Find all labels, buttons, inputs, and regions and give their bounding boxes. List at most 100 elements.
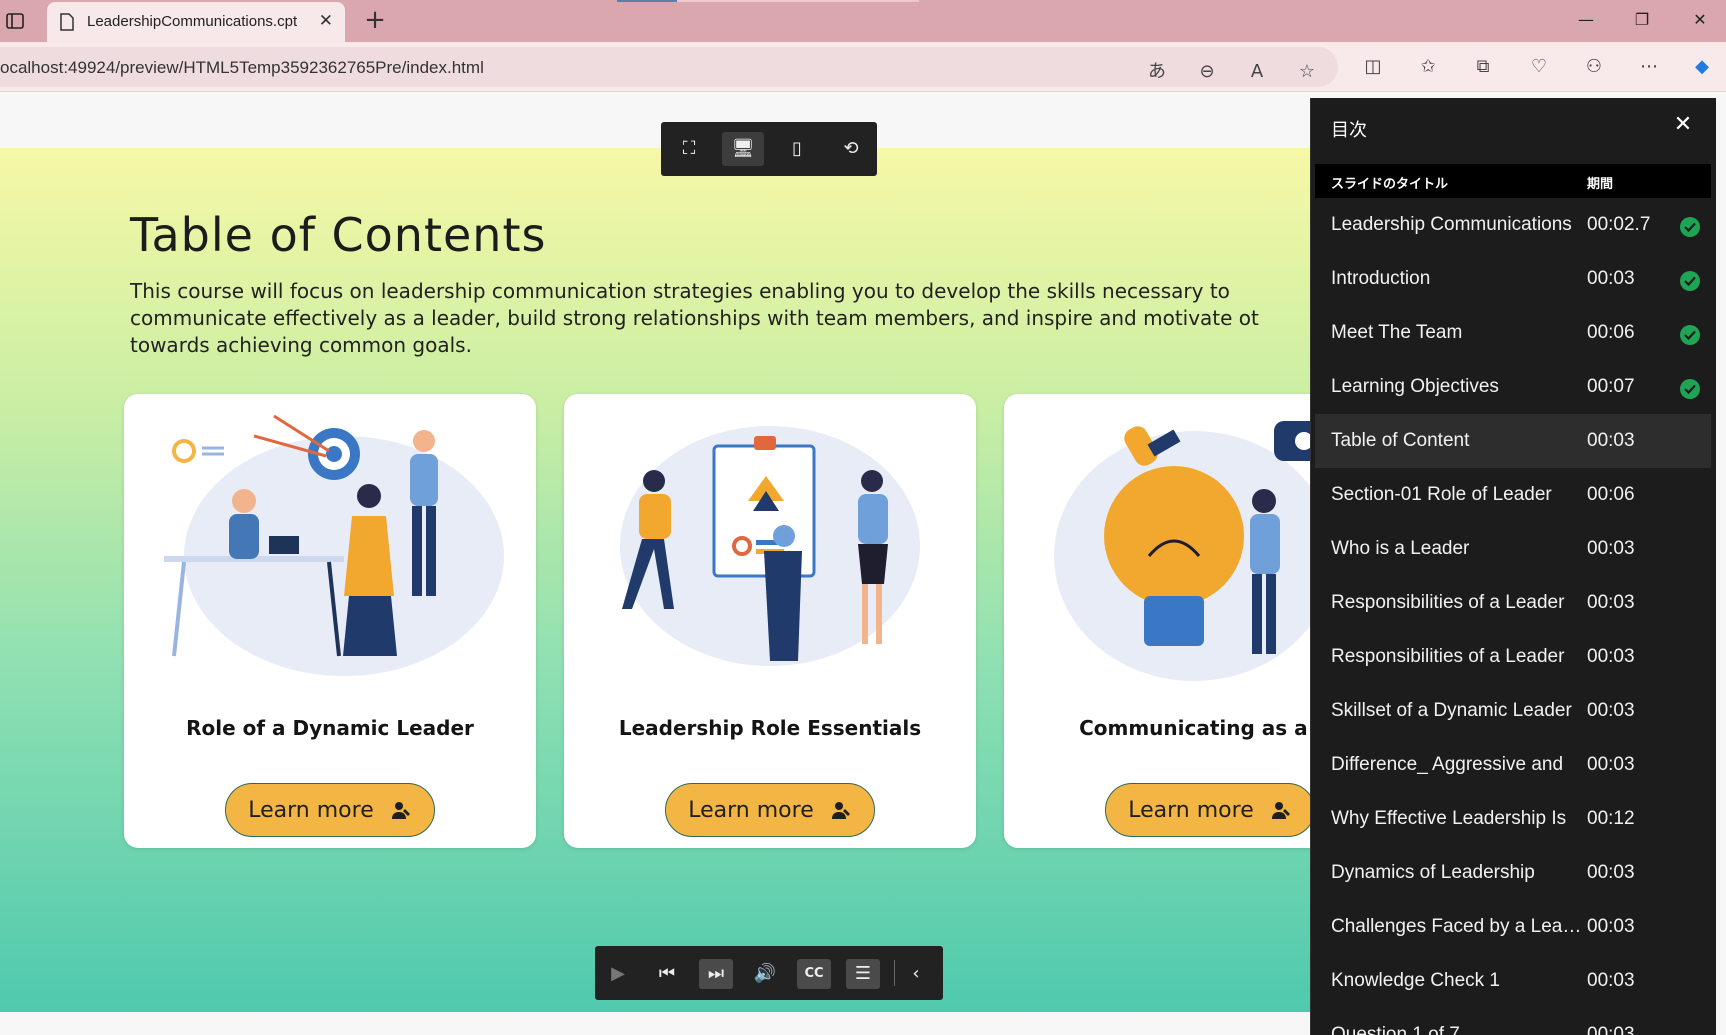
toc-item-title: Meet The Team	[1331, 322, 1463, 343]
browser-essentials-icon[interactable]: ♡	[1527, 56, 1551, 78]
learn-more-button[interactable]: Learn more	[225, 783, 435, 837]
team-meeting-illustration	[164, 414, 504, 676]
toc-item-duration: 00:03	[1587, 268, 1635, 289]
toc-item-title: Section-01 Role of Leader	[1331, 484, 1552, 505]
toc-item-title: Leadership Communications	[1331, 214, 1572, 235]
toc-item-duration: 00:03	[1587, 916, 1635, 937]
visited-check-icon	[1680, 325, 1700, 345]
toc-heading: 目次	[1331, 120, 1367, 141]
collections-icon[interactable]: ⧉	[1471, 56, 1495, 78]
close-tab-icon[interactable]: ✕	[319, 11, 333, 31]
forward-icon[interactable]: ⏭	[699, 959, 733, 989]
preview-device-bar: ⛶ 🖥 ▯ ⟲	[661, 122, 877, 176]
tab-actions-icon[interactable]	[4, 10, 26, 32]
browser-titlebar: LeadershipCommunications.cpt ✕ + — ❐ ✕	[0, 0, 1726, 42]
translate-icon[interactable]: あ	[1145, 61, 1169, 83]
toc-item-title: Why Effective Leadership Is	[1331, 808, 1567, 829]
card-leadership-role-essentials: Leadership Role Essentials Learn more	[564, 394, 976, 848]
visited-check-icon	[1680, 217, 1700, 237]
toc-menu-icon[interactable]: ☰	[846, 959, 880, 989]
rewind-icon[interactable]: ⏮	[650, 959, 684, 989]
learn-more-button[interactable]: Learn more	[1105, 783, 1310, 837]
toc-item-title: Responsibilities of a Leader	[1331, 592, 1565, 613]
favorite-icon[interactable]: ☆	[1295, 61, 1319, 83]
toc-item[interactable]: Difference_ Aggressive and 00:03	[1315, 738, 1711, 792]
learn-more-label: Learn more	[688, 797, 814, 823]
user-touch-icon	[831, 802, 850, 819]
toc-item[interactable]: Who is a Leader 00:03	[1315, 522, 1711, 576]
toc-item-duration: 00:06	[1587, 322, 1635, 343]
tablet-view-icon[interactable]: ▯	[776, 132, 818, 166]
playbar-divider	[894, 960, 895, 986]
learn-more-button[interactable]: Learn more	[665, 783, 875, 837]
browser-tab[interactable]: LeadershipCommunications.cpt ✕	[47, 2, 345, 42]
volume-icon[interactable]: 🔊	[748, 959, 782, 989]
toc-item[interactable]: Why Effective Leadership Is 00:12	[1315, 792, 1711, 846]
card-title: Communicating as a Le	[1079, 716, 1310, 740]
toc-item-title: Difference_ Aggressive and	[1331, 754, 1564, 775]
toc-column-header: スライドのタイトル 期間	[1315, 164, 1711, 198]
toc-item-duration: 00:03	[1587, 970, 1635, 991]
close-window-icon[interactable]: ✕	[1688, 10, 1712, 32]
new-tab-button[interactable]: +	[360, 6, 390, 36]
toc-item-duration: 00:06	[1587, 484, 1635, 505]
rotate-device-icon[interactable]: ⟲	[830, 132, 872, 166]
card-communicating-as-a-leader: Communicating as a Le Learn more	[1004, 394, 1310, 848]
toc-item[interactable]: Learning Objectives 00:07	[1315, 360, 1711, 414]
copilot-icon[interactable]: ◆	[1690, 56, 1714, 78]
loading-indicator	[617, 0, 919, 2]
toc-item-title: Table of Content	[1331, 430, 1470, 451]
toc-item[interactable]: Leadership Communications 00:02.7	[1315, 198, 1711, 252]
toc-item[interactable]: Responsibilities of a Leader 00:03	[1315, 630, 1711, 684]
minimize-icon[interactable]: —	[1574, 10, 1598, 32]
url-text[interactable]: ocalhost:49924/preview/HTML5Temp35923627…	[0, 58, 484, 78]
card-title: Role of a Dynamic Leader	[186, 716, 474, 740]
toc-item-title: Introduction	[1331, 268, 1431, 289]
toc-item-duration: 00:03	[1587, 1024, 1635, 1035]
zoom-out-icon[interactable]: ⊖	[1195, 61, 1219, 83]
fit-to-screen-icon[interactable]: ⛶	[668, 132, 710, 166]
address-bar[interactable]: ocalhost:49924/preview/HTML5Temp35923627…	[0, 47, 1338, 87]
toc-item[interactable]: Meet The Team 00:06	[1315, 306, 1711, 360]
read-aloud-icon[interactable]: A	[1245, 61, 1269, 83]
col-title-label: スライドのタイトル	[1331, 177, 1449, 192]
toc-item[interactable]: Dynamics of Leadership 00:03	[1315, 846, 1711, 900]
toc-item[interactable]: Introduction 00:03	[1315, 252, 1711, 306]
toc-item[interactable]: Challenges Faced by a Leader 00:03	[1315, 900, 1711, 954]
desktop-view-icon[interactable]: 🖥	[722, 132, 764, 166]
split-screen-icon[interactable]: ◫	[1361, 56, 1385, 78]
toc-item[interactable]: Skillset of a Dynamic Leader 00:03	[1315, 684, 1711, 738]
collapse-playbar-icon[interactable]: ‹	[899, 959, 933, 989]
card-role-of-dynamic-leader: Role of a Dynamic Leader Learn more	[124, 394, 536, 848]
toc-panel: 目次 ✕ スライドのタイトル 期間 Leadership Communicati…	[1310, 98, 1716, 1035]
user-touch-icon	[1271, 802, 1290, 819]
toc-item-title: Responsibilities of a Leader	[1331, 646, 1565, 667]
toc-item-title: Learning Objectives	[1331, 376, 1499, 397]
more-icon[interactable]: ⋯	[1637, 56, 1661, 78]
course-description: This course will focus on leadership com…	[130, 279, 1259, 357]
closed-captions-icon[interactable]: CC	[797, 959, 831, 989]
restore-icon[interactable]: ❐	[1630, 10, 1654, 32]
favorites-icon[interactable]: ✩	[1416, 56, 1440, 78]
toc-item[interactable]: Knowledge Check 1 00:03	[1315, 954, 1711, 1008]
visited-check-icon	[1680, 271, 1700, 291]
toc-item-duration: 00:12	[1587, 808, 1635, 829]
toc-item-duration: 00:02.7	[1587, 214, 1651, 235]
toc-item[interactable]: Question 1 of 7 00:03	[1315, 1008, 1711, 1035]
toc-item[interactable]: Responsibilities of a Leader 00:03	[1315, 576, 1711, 630]
toc-item[interactable]: Section-01 Role of Leader 00:06	[1315, 468, 1711, 522]
visited-check-icon	[1680, 379, 1700, 399]
play-icon[interactable]: ▶	[601, 959, 635, 989]
col-duration-label: 期間	[1587, 177, 1614, 192]
toc-item-duration: 00:03	[1587, 754, 1635, 775]
toc-item-duration: 00:07	[1587, 376, 1635, 397]
toc-item-duration: 00:03	[1587, 700, 1635, 721]
toc-list: Leadership Communications 00:02.7 Introduc…	[1315, 198, 1711, 1035]
toc-item-title: Question 1 of 7	[1331, 1024, 1460, 1035]
page-icon	[60, 13, 74, 31]
toc-item[interactable]: Table of Content 00:03	[1315, 414, 1711, 468]
close-icon[interactable]: ✕	[1670, 112, 1696, 138]
page-viewport: Table of Contents This course will focus…	[0, 92, 1726, 1035]
toc-item-duration: 00:03	[1587, 646, 1635, 667]
extensions-icon[interactable]: ⚇	[1582, 56, 1606, 78]
